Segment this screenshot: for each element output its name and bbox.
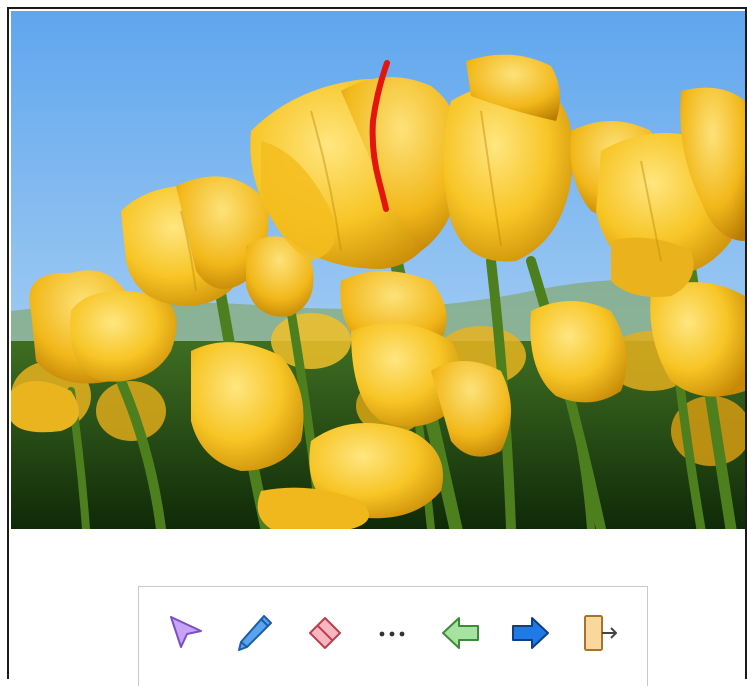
exit-slideshow-icon xyxy=(584,615,617,651)
pen-icon xyxy=(238,615,272,651)
slideshow-window xyxy=(7,7,747,686)
arrow-left-icon xyxy=(442,617,479,649)
pen-tool-button[interactable] xyxy=(232,611,276,655)
more-options-button[interactable] xyxy=(370,611,414,655)
more-options-icon xyxy=(379,631,405,637)
eraser-icon xyxy=(309,617,341,649)
arrow-right-icon xyxy=(512,617,549,649)
pointer-tool-button[interactable] xyxy=(163,611,207,655)
slide-image-tulips xyxy=(11,11,745,529)
arrow-pointer-icon xyxy=(170,616,202,648)
next-slide-button[interactable] xyxy=(508,611,552,655)
previous-slide-button[interactable] xyxy=(439,611,483,655)
slideshow-toolbar xyxy=(138,586,648,686)
exit-slideshow-button[interactable] xyxy=(577,611,621,655)
eraser-tool-button[interactable] xyxy=(301,611,345,655)
